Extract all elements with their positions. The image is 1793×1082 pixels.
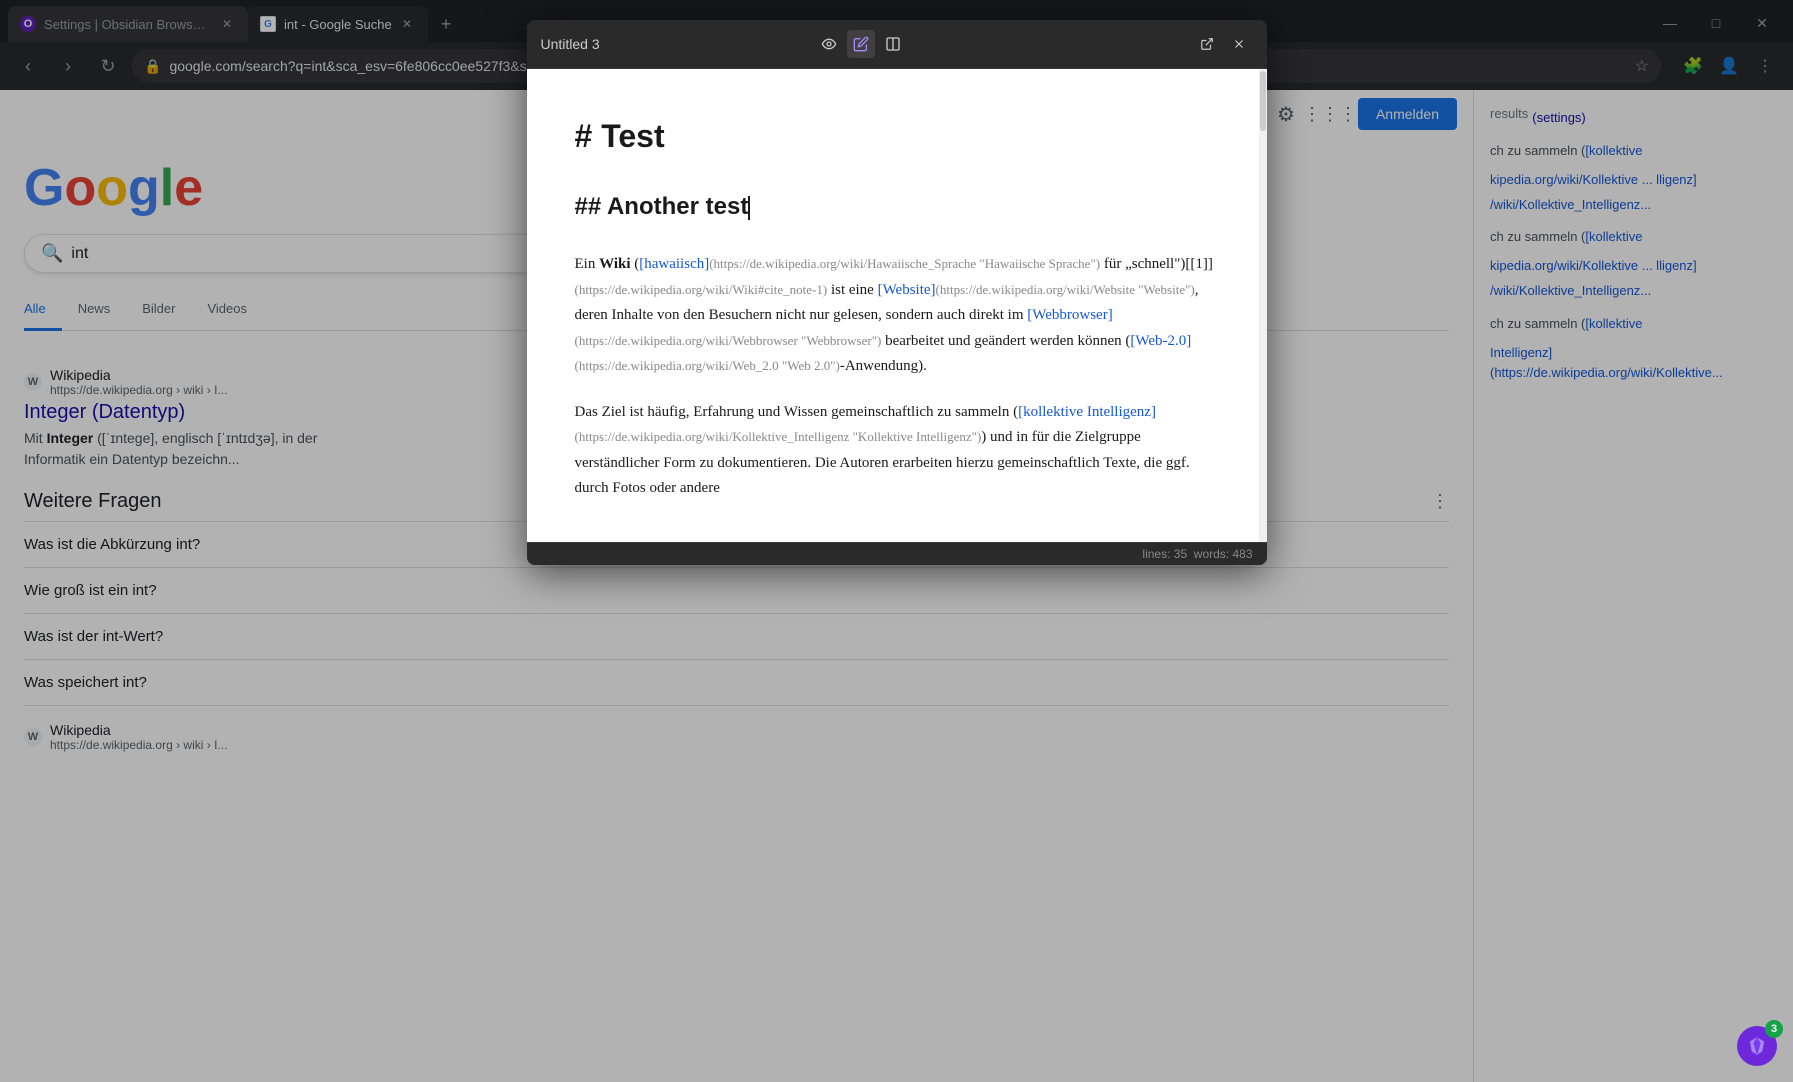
obsidian-external-link-button[interactable] (1193, 30, 1221, 58)
status-lines: lines: 35 (1142, 547, 1187, 561)
editor-link-url-4: (https://de.wikipedia.org/wiki/Webbrowse… (575, 333, 882, 348)
obsidian-eye-button[interactable] (815, 30, 843, 58)
editor-scrollbar[interactable] (1259, 69, 1267, 542)
editor-heading-1: # Test (575, 109, 1219, 163)
editor-link-url-2: (https://de.wikipedia.org/wiki/Wiki#cite… (575, 282, 828, 297)
editor-link-webbrowser[interactable]: [Webbrowser] (1027, 307, 1112, 323)
editor-link-url-5: (https://de.wikipedia.org/wiki/Web_2.0 "… (575, 358, 840, 373)
obsidian-badge: 3 (1737, 1026, 1777, 1066)
obsidian-badge-container: 3 (1737, 1026, 1777, 1066)
obsidian-toolbar (815, 30, 907, 58)
editor-link-hawaiisch[interactable]: [hawaiisch] (639, 256, 709, 272)
editor-link-url-3: (https://de.wikipedia.org/wiki/Website "… (936, 282, 1195, 297)
editor-link-website[interactable]: [Website] (878, 282, 936, 298)
obsidian-editor[interactable]: # Test ## Another test Ein Wiki ([hawaii… (527, 69, 1267, 542)
editor-body-paragraph-2: Das Ziel ist häufig, Erfahrung und Wisse… (575, 400, 1219, 502)
obsidian-close-button[interactable] (1225, 30, 1253, 58)
obsidian-window-buttons (1193, 30, 1253, 58)
editor-link-url-6: (https://de.wikipedia.org/wiki/Kollektiv… (575, 429, 982, 444)
obsidian-edit-button[interactable] (847, 30, 875, 58)
editor-ref-1: [[1]] (1185, 256, 1212, 272)
editor-heading-2: ## Another test (575, 187, 1219, 228)
obsidian-popup: Untitled 3 (527, 20, 1267, 565)
status-words: words: 483 (1194, 547, 1253, 561)
obsidian-title-bar: Untitled 3 (527, 20, 1267, 69)
editor-link-web20[interactable]: [Web-2.0] (1130, 333, 1191, 349)
obsidian-logo-icon (1746, 1035, 1768, 1057)
editor-link-url-1: (https://de.wikipedia.org/wiki/Hawaiisch… (709, 256, 1100, 271)
obsidian-split-button[interactable] (879, 30, 907, 58)
editor-heading-2-text: ## Another test (575, 193, 749, 220)
obsidian-status-bar: lines: 35 words: 483 (527, 542, 1267, 565)
editor-link-ki[interactable]: [kollektive Intelligenz] (1018, 404, 1156, 420)
scrollbar-thumb (1260, 71, 1266, 131)
editor-body-paragraph-1: Ein Wiki ([hawaiisch](https://de.wikiped… (575, 252, 1219, 380)
obsidian-badge-count: 3 (1765, 1020, 1783, 1038)
editor-cursor (748, 196, 750, 220)
status-separator (1187, 547, 1194, 561)
wiki-bold: Wiki (599, 256, 630, 272)
obsidian-overlay: Untitled 3 (0, 0, 1793, 1082)
obsidian-popup-title: Untitled 3 (541, 36, 803, 52)
